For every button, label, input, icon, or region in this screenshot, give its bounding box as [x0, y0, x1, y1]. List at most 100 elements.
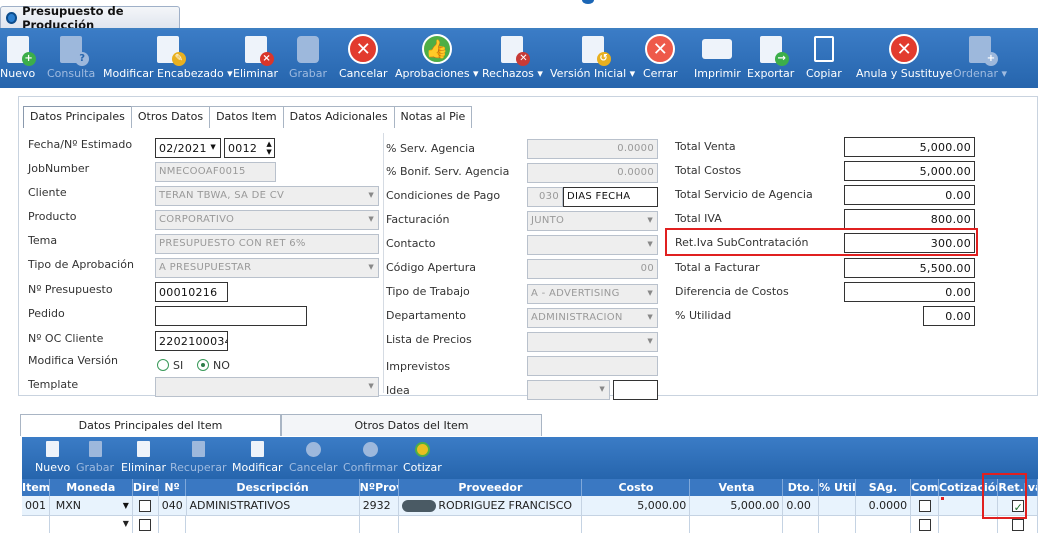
tipo-trabajo-select[interactable]: A - ADVERTISING — [527, 284, 658, 304]
cell-venta: 5,000.00 — [690, 496, 784, 515]
cliente-select[interactable]: TERAN TBWA, SA DE CV — [155, 186, 379, 206]
tema-field[interactable]: PRESUPUESTO CON RET 6% — [155, 234, 379, 254]
tab-otros-datos[interactable]: Otros Datos — [130, 106, 211, 128]
fecha-select[interactable]: 02/2021 — [155, 138, 221, 158]
col-dto[interactable]: Dto. — [783, 479, 820, 496]
exportar-button[interactable]: → Exportar — [747, 34, 794, 80]
template-select[interactable] — [155, 377, 379, 397]
producto-select[interactable]: CORPORATIVO — [155, 210, 379, 230]
radio-no[interactable] — [197, 359, 209, 371]
col-venta[interactable]: Venta — [690, 479, 784, 496]
codigo-apertura-label: Código Apertura — [386, 261, 477, 274]
tab-datos-principales-item[interactable]: Datos Principales del Item — [20, 414, 281, 436]
rechazos-button[interactable]: ✕ Rechazos ▾ — [482, 34, 543, 80]
spinner-arrows-icon[interactable]: ▲ ▼ — [266, 140, 272, 156]
col-nprov[interactable]: NºProv — [360, 479, 400, 496]
contacto-select[interactable] — [527, 235, 658, 255]
item-recuperar-button[interactable]: Recuperar — [170, 440, 226, 474]
modificar-encabezado-button[interactable]: ✎ Modificar Encabezado ▾ — [103, 34, 233, 80]
version-inicial-button[interactable]: ↺ Versión Inicial ▾ — [550, 34, 635, 80]
bonif-field[interactable]: 0.0000 — [527, 163, 658, 183]
serv-agencia-field[interactable]: 0.0000 — [527, 139, 658, 159]
item-confirmar-button[interactable]: Confirmar — [343, 440, 398, 474]
tab-notas-pie[interactable]: Notas al Pie — [393, 106, 473, 128]
imprimir-button[interactable]: Imprimir — [694, 34, 741, 80]
cancelar-button[interactable]: ✕ Cancelar — [339, 34, 388, 80]
total-venta-field[interactable]: 5,000.00 — [844, 137, 975, 157]
item-eliminar-button[interactable]: Eliminar — [121, 440, 166, 474]
tab-datos-principales[interactable]: Datos Principales — [23, 106, 132, 128]
anula-sustituye-button[interactable]: ✕ Anula y Sustituye — [856, 34, 952, 80]
utilidad-field[interactable]: 0.00 — [923, 306, 975, 326]
tab-datos-item[interactable]: Datos Item — [209, 106, 284, 128]
cond-pago-field[interactable]: DIAS FECHA — [563, 187, 658, 207]
retiva-checkbox[interactable] — [1011, 519, 1024, 531]
facturacion-select[interactable]: JUNTO — [527, 211, 658, 231]
radio-si[interactable] — [157, 359, 169, 371]
window-tab[interactable]: Presupuesto de Producción — [0, 4, 180, 32]
estimado-spinner[interactable]: 0012 ▲ ▼ — [224, 138, 275, 158]
col-costo[interactable]: Costo — [582, 479, 691, 496]
col-descripcion[interactable]: Descripción — [186, 479, 360, 496]
com-checkbox[interactable] — [918, 519, 931, 531]
idea-extra-field[interactable] — [613, 380, 658, 400]
item-modificar-button[interactable]: Modificar — [232, 440, 283, 474]
noc-field[interactable]: 2202100034 — [155, 331, 228, 351]
moneda-dropdown-icon[interactable]: ▼ — [123, 516, 129, 533]
dire-checkbox[interactable] — [139, 519, 152, 531]
idea-select[interactable] — [527, 380, 610, 400]
total-iva-field[interactable]: 800.00 — [844, 209, 975, 229]
pedido-field[interactable] — [155, 306, 307, 326]
lista-precios-select[interactable] — [527, 332, 658, 352]
jobnumber-field[interactable]: NMECOOAF0015 — [155, 162, 276, 182]
col-n[interactable]: Nº — [159, 479, 187, 496]
col-sag[interactable]: SAg. — [856, 479, 912, 496]
item-grabar-button[interactable]: Grabar — [76, 440, 114, 474]
departamento-select[interactable]: ADMINISTRACION — [527, 308, 658, 328]
item-cotizar-button[interactable]: Cotizar — [403, 440, 442, 474]
table-row-empty[interactable]: ▼ — [22, 516, 1038, 533]
col-item[interactable]: Item — [22, 479, 50, 496]
imprevistos-field[interactable] — [527, 356, 658, 376]
ordenar-button[interactable]: + Ordenar ▾ — [953, 34, 1007, 80]
col-com[interactable]: Com — [911, 479, 939, 496]
moneda-dropdown-icon[interactable]: ▼ — [123, 496, 129, 515]
cell-com-empty[interactable] — [911, 516, 939, 533]
cell-dire-empty[interactable] — [133, 516, 159, 533]
cell-dto-empty — [783, 516, 819, 533]
diferencia-costos-field[interactable]: 0.00 — [844, 282, 975, 302]
dire-checkbox[interactable] — [139, 500, 152, 512]
eliminar-button[interactable]: × Eliminar — [233, 34, 278, 80]
npresupuesto-field[interactable]: 00010216 — [155, 282, 228, 302]
fecha-label: Fecha/Nº Estimado — [28, 138, 133, 151]
cell-com[interactable] — [911, 496, 939, 515]
nuevo-button[interactable]: + Nuevo — [0, 34, 36, 80]
com-checkbox[interactable] — [918, 500, 931, 512]
cell-dire[interactable] — [133, 496, 159, 515]
cell-moneda[interactable]: MXN ▼ — [50, 496, 133, 515]
item-nuevo-button[interactable]: Nuevo — [35, 440, 70, 474]
col-moneda[interactable]: Moneda — [50, 479, 133, 496]
imprevistos-label: Imprevistos — [386, 360, 451, 373]
table-row[interactable]: 001 MXN ▼ 040 ADMINISTRATIVOS 2932 RODRIG… — [22, 496, 1038, 516]
copiar-button[interactable]: Copiar — [806, 34, 842, 80]
cell-moneda-empty[interactable]: ▼ — [50, 516, 133, 533]
tab-otros-datos-item[interactable]: Otros Datos del Item — [281, 414, 542, 436]
quote-item-icon — [414, 441, 430, 457]
item-cancelar-button[interactable]: Cancelar — [289, 440, 338, 474]
codigo-apertura-field[interactable]: 00 — [527, 259, 658, 279]
tab-datos-adicionales[interactable]: Datos Adicionales — [282, 106, 395, 128]
tipo-aprobacion-select[interactable]: A PRESUPUESTAR — [155, 258, 379, 278]
retiva-column-highlight — [982, 473, 1027, 519]
col-util[interactable]: % Util — [819, 479, 856, 496]
total-costos-field[interactable]: 5,000.00 — [844, 161, 975, 181]
aprobaciones-button[interactable]: 👍 Aprobaciones ▾ — [395, 34, 479, 80]
consulta-button[interactable]: ? Consulta — [47, 34, 95, 80]
grabar-button[interactable]: Grabar — [289, 34, 327, 80]
cond-pago-code[interactable]: 030 — [527, 187, 563, 207]
total-servicio-field[interactable]: 0.00 — [844, 185, 975, 205]
cerrar-button[interactable]: ✕ Cerrar — [643, 34, 678, 80]
total-facturar-field[interactable]: 5,500.00 — [844, 258, 975, 278]
col-dire[interactable]: Dire — [133, 479, 159, 496]
col-proveedor[interactable]: Proveedor — [399, 479, 583, 496]
